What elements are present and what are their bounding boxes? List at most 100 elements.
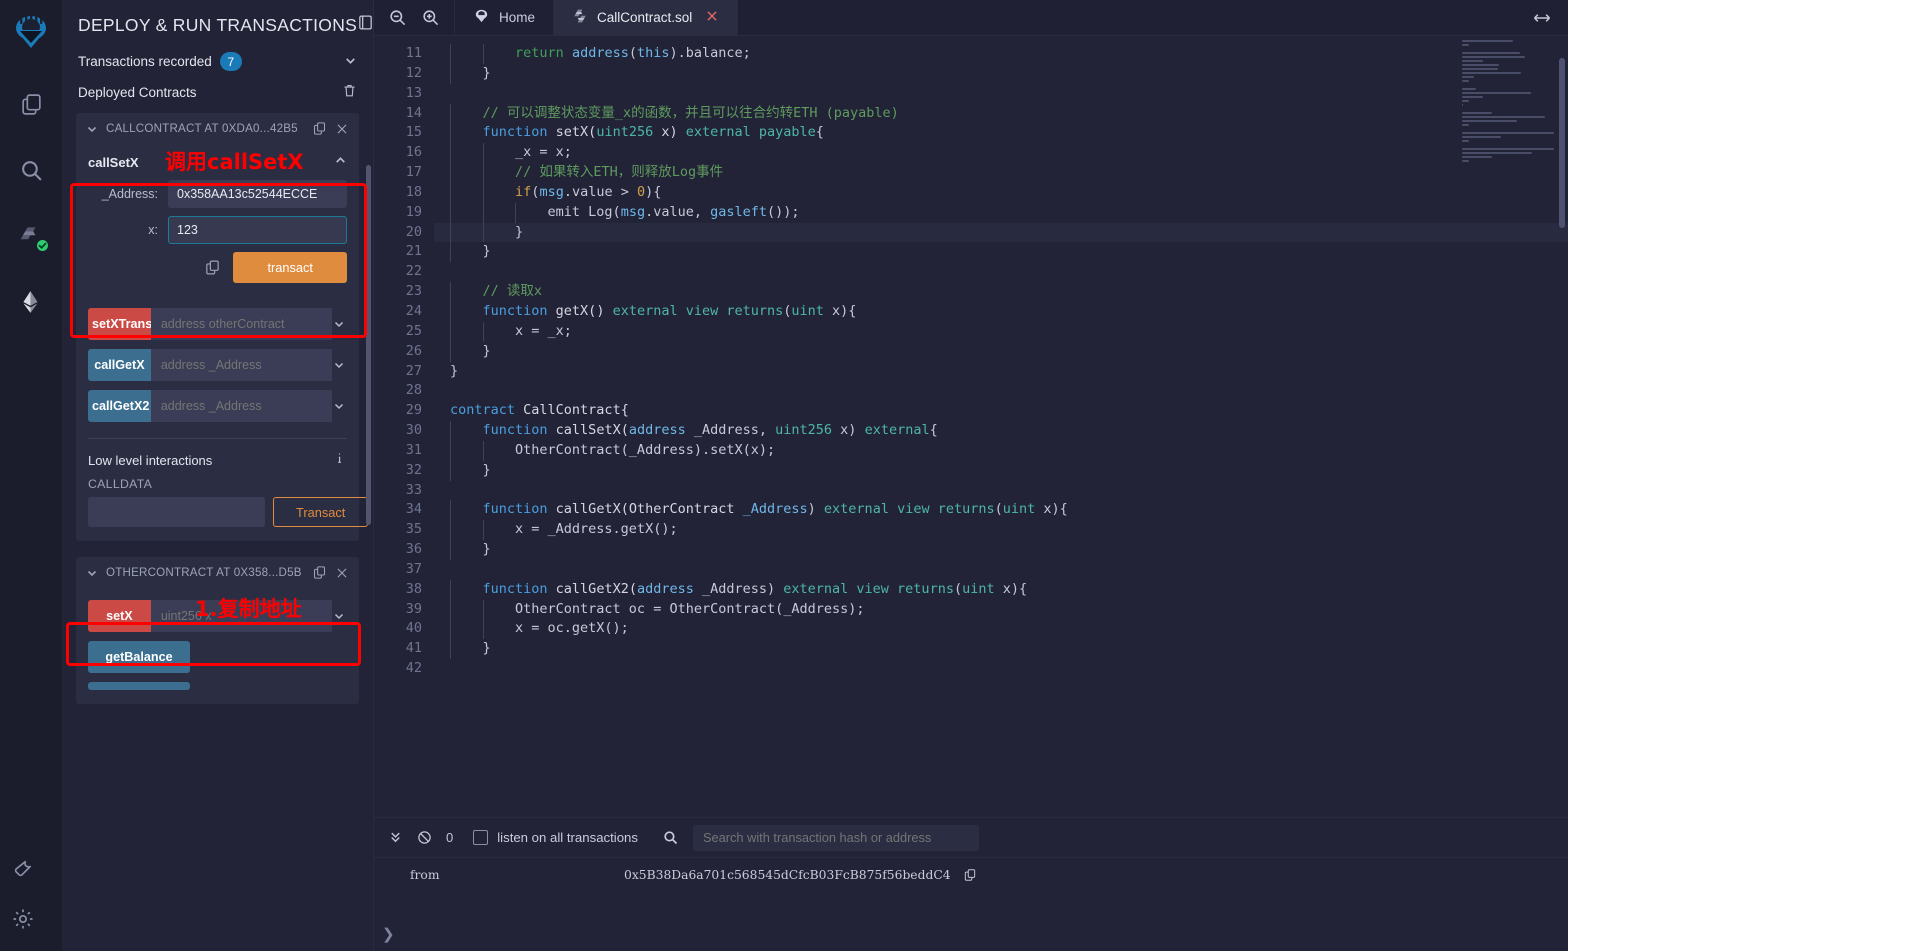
code-line[interactable] [434,481,1568,501]
code-line[interactable]: contract CallContract{ [434,401,1568,421]
code-line[interactable]: function callSetX(address _Address, uint… [434,421,1568,441]
copy-icon[interactable] [312,565,327,580]
fn-callgetx2-input[interactable] [151,390,332,422]
code-line[interactable]: OtherContract(_Address).setX(x); [434,441,1568,461]
code-line[interactable]: function callGetX(OtherContract _Address… [434,500,1568,520]
chevron-up-icon[interactable] [334,154,347,170]
code-line[interactable]: function getX() external view returns(ui… [434,302,1568,322]
code-editor[interactable]: 1112131415161718192021222324252627282930… [374,36,1568,817]
code-minimap[interactable] [1462,40,1554,152]
solidity-file-icon [572,8,588,27]
fn-next-button[interactable] [88,682,190,690]
fn-setx-input[interactable] [151,600,332,632]
close-icon[interactable] [335,122,349,136]
code-line[interactable]: } [434,639,1568,659]
code-line[interactable]: } [434,342,1568,362]
code-line[interactable]: // 读取x [434,282,1568,302]
fn-setxtransfer-button[interactable]: setXTransfer... [88,308,151,340]
contract-header[interactable]: CALLCONTRACT AT 0XDA0...42B5 [76,113,359,144]
code-line[interactable]: x = oc.getX(); [434,619,1568,639]
code-line[interactable]: function setX(uint256 x) external payabl… [434,123,1568,143]
ban-icon[interactable] [417,830,432,845]
fn-setx-button[interactable]: setX [88,600,151,632]
code-line[interactable]: x = _x; [434,322,1568,342]
close-icon[interactable] [335,566,349,580]
expand-arrows-icon[interactable] [1516,0,1568,35]
code-line[interactable]: } [434,223,1568,243]
deployed-contracts-label: Deployed Contracts [78,85,197,100]
terminal-prompt[interactable]: ❯ [382,925,395,943]
info-icon[interactable] [332,451,347,469]
code-line[interactable]: emit Log(msg.value, gasleft()); [434,203,1568,223]
contract-header[interactable]: OTHERCONTRACT AT 0X358...D5B [76,557,359,588]
file-explorer-icon[interactable] [8,78,54,130]
code-line[interactable]: return address(this).balance; [434,44,1568,64]
chevron-down-icon[interactable] [332,349,347,381]
chevron-down-icon[interactable] [86,567,98,579]
trash-icon[interactable] [342,83,357,101]
code-line[interactable]: // 可以调整状态变量_x的函数，并且可以往合约转ETH (payable) [434,104,1568,124]
code-token: function [483,303,548,319]
calldata-input[interactable] [88,497,265,527]
transaction-search-input[interactable] [693,825,979,851]
listen-all-transactions[interactable]: listen on all transactions [473,830,638,845]
settings-gear-icon[interactable] [0,893,46,945]
fn-getbalance-button[interactable]: getBalance [88,641,190,673]
address-input[interactable] [168,180,347,208]
code-line[interactable]: } [434,461,1568,481]
minimap-line [1462,152,1532,154]
panel-scrollbar[interactable] [366,165,371,525]
code-content[interactable]: return address(this).balance; } // 可以调整状… [434,36,1568,817]
code-line[interactable]: } [434,362,1568,382]
remix-logo[interactable] [3,6,59,62]
deploy-run-icon[interactable] [8,276,54,328]
solidity-compiler-icon[interactable] [8,210,54,262]
code-line[interactable]: _x = x; [434,143,1568,163]
code-token: } [450,65,491,81]
code-line[interactable]: function callGetX2(address _Address) ext… [434,580,1568,600]
low-level-transact-button[interactable]: Transact [273,497,368,527]
transact-button[interactable]: transact [233,252,347,283]
chevron-down-icon[interactable] [86,123,98,135]
copy-calldata-icon[interactable] [204,259,221,276]
fn-callgetx-input[interactable] [151,349,332,381]
chevron-down-icon[interactable] [332,600,347,632]
chevrons-down-icon[interactable] [388,830,403,845]
code-token: x) [832,422,865,438]
code-line[interactable] [434,84,1568,104]
chevron-down-icon[interactable] [332,390,347,422]
code-line[interactable] [434,381,1568,401]
code-line[interactable]: } [434,64,1568,84]
x-input[interactable] [168,216,347,244]
listen-checkbox[interactable] [473,830,488,845]
copy-icon[interactable] [312,121,327,136]
code-token: ( [954,581,962,597]
code-line[interactable]: if(msg.value > 0){ [434,183,1568,203]
code-line[interactable] [434,262,1568,282]
zoom-in-icon[interactable] [421,8,440,27]
fn-callgetx2-button[interactable]: callGetX2 [88,390,151,422]
editor-vertical-scrollbar[interactable] [1559,58,1565,228]
code-line[interactable]: x = _Address.getX(); [434,520,1568,540]
code-line[interactable]: OtherContract oc = OtherContract(_Addres… [434,600,1568,620]
search-icon[interactable] [662,829,679,846]
tab-home[interactable]: Home [454,0,553,35]
tab-callcontract-sol[interactable]: CallContract.sol [553,0,737,35]
transactions-recorded-row[interactable]: Transactions recorded 7 [76,46,359,77]
code-line[interactable]: } [434,540,1568,560]
chevron-down-icon[interactable] [344,54,357,70]
zoom-out-icon[interactable] [388,8,407,27]
code-line[interactable]: // 如果转入ETH，则释放Log事件 [434,163,1568,183]
line-number: 13 [374,84,434,104]
fn-callgetx-button[interactable]: callGetX [88,349,151,381]
plugin-manager-icon[interactable] [0,841,46,893]
code-line[interactable] [434,560,1568,580]
close-icon[interactable] [705,9,719,27]
chevron-down-icon[interactable] [332,308,347,340]
note-icon[interactable] [357,14,374,36]
search-icon[interactable] [8,144,54,196]
fn-setxtransfer-input[interactable] [151,308,332,340]
code-line[interactable]: } [434,242,1568,262]
code-line[interactable] [434,659,1568,679]
copy-icon[interactable] [963,868,977,882]
